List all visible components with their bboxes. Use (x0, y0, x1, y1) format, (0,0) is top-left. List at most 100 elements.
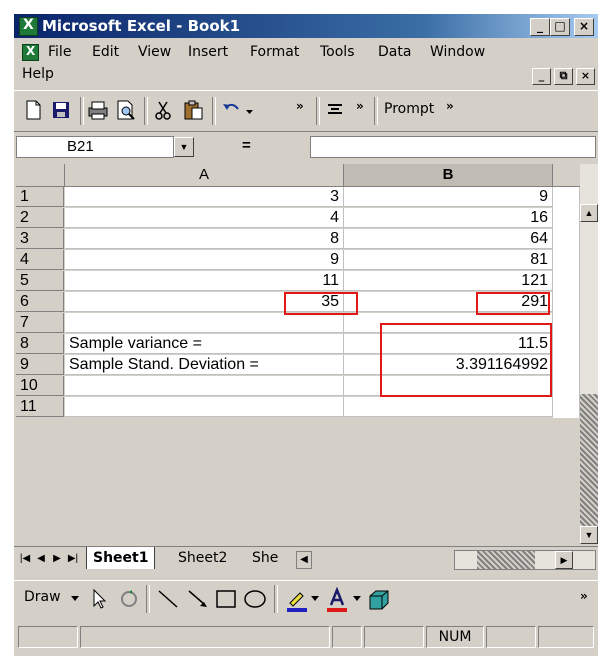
row-header[interactable]: 2 (16, 208, 64, 228)
minimize-button[interactable]: _ (530, 18, 550, 36)
tab-sheet2[interactable]: Sheet2 (172, 547, 233, 569)
select-objects-icon[interactable] (88, 587, 110, 611)
row-header[interactable]: 7 (16, 313, 64, 333)
menu-insert[interactable]: Insert (188, 44, 228, 60)
toolbar-separator (316, 97, 320, 125)
align-center-icon[interactable] (324, 99, 350, 123)
row-header[interactable]: 3 (16, 229, 64, 249)
cell-b2[interactable]: 16 (344, 208, 553, 228)
row-header[interactable]: 9 (16, 355, 64, 375)
tab-sheet1[interactable]: Sheet1 (86, 547, 156, 569)
cell-b4[interactable]: 81 (344, 250, 553, 270)
cell-a11[interactable] (65, 397, 344, 417)
line-tool-icon[interactable] (156, 587, 180, 611)
fill-color-dropdown-icon[interactable] (310, 593, 320, 603)
horizontal-scrollbar[interactable]: ▶ (454, 550, 596, 570)
formula-input[interactable] (310, 136, 596, 158)
drawing-toolbar-more-chevron[interactable]: » (580, 589, 588, 603)
cut-icon[interactable] (152, 99, 178, 123)
scroll-right-icon[interactable]: ▶ (555, 551, 573, 569)
column-c-cells[interactable] (553, 187, 580, 418)
toolbar-more-chevron[interactable]: » (446, 99, 454, 113)
rectangle-tool-icon[interactable] (214, 587, 238, 611)
cell-a3[interactable]: 8 (65, 229, 344, 249)
cell-b11[interactable] (344, 397, 553, 417)
formula-equals-sign[interactable]: = (242, 137, 251, 154)
horizontal-scroll-track[interactable] (477, 551, 535, 569)
3d-style-icon[interactable] (366, 587, 392, 613)
menu-format[interactable]: Format (250, 44, 299, 60)
draw-dropdown-icon[interactable] (70, 593, 80, 603)
menu-window[interactable]: Window (430, 44, 485, 60)
scroll-track[interactable] (580, 394, 598, 534)
menu-view[interactable]: View (138, 44, 171, 60)
draw-menu-button[interactable]: Draw (24, 589, 61, 605)
free-rotate-icon[interactable] (118, 587, 140, 611)
menu-data[interactable]: Data (378, 44, 411, 60)
next-sheet-icon[interactable]: ▶ (50, 551, 64, 567)
save-icon[interactable] (50, 99, 76, 123)
row-header[interactable]: 5 (16, 271, 64, 291)
toolbar-more-chevron[interactable]: » (296, 99, 304, 113)
print-preview-icon[interactable] (114, 99, 140, 123)
column-header-a[interactable]: A (65, 164, 344, 187)
cell-a1[interactable]: 3 (65, 187, 344, 207)
print-icon[interactable] (86, 99, 112, 123)
font-color-dropdown-icon[interactable] (352, 593, 362, 603)
tab-scroll-left-icon[interactable]: ◀ (296, 551, 312, 569)
status-panel (80, 626, 330, 648)
row-header[interactable]: 11 (16, 397, 64, 417)
fill-color-icon[interactable] (284, 587, 310, 613)
prompt-button[interactable]: Prompt (384, 101, 434, 117)
row-header[interactable]: 6 (16, 292, 64, 312)
cell-a10[interactable] (65, 376, 344, 396)
name-box-dropdown[interactable]: ▼ (174, 137, 194, 157)
maximize-button[interactable]: □ (550, 18, 570, 36)
new-file-icon[interactable] (22, 99, 48, 123)
cell-a9[interactable]: Sample Stand. Deviation = (65, 355, 344, 375)
select-all-corner[interactable] (16, 164, 65, 187)
cell-a8[interactable]: Sample variance = (65, 334, 344, 354)
font-color-icon[interactable] (324, 587, 350, 613)
oval-tool-icon[interactable] (242, 587, 268, 611)
scroll-down-icon[interactable]: ▼ (580, 526, 598, 544)
row-header[interactable]: 4 (16, 250, 64, 270)
menu-edit[interactable]: Edit (92, 44, 119, 60)
cell-b1[interactable]: 9 (344, 187, 553, 207)
first-sheet-icon[interactable]: |◀ (18, 551, 32, 567)
excel-app-icon[interactable] (19, 17, 38, 36)
cell-a5[interactable]: 11 (65, 271, 344, 291)
menu-file[interactable]: File (48, 44, 71, 60)
cell-b5[interactable]: 121 (344, 271, 553, 291)
cell-a7[interactable] (65, 313, 344, 333)
mdi-close-button[interactable]: × (576, 68, 595, 85)
workbook-icon[interactable] (22, 44, 39, 61)
scroll-up-icon[interactable]: ▲ (580, 204, 598, 222)
row-header[interactable]: 10 (16, 376, 64, 396)
toolbar-more-chevron[interactable]: » (356, 99, 364, 113)
column-header-c[interactable] (553, 164, 581, 187)
menu-help[interactable]: Help (22, 66, 54, 82)
row-header[interactable]: 8 (16, 334, 64, 354)
mdi-minimize-button[interactable]: _ (532, 68, 551, 85)
name-box[interactable]: B21 (16, 136, 174, 158)
tab-sheet3[interactable]: She (246, 547, 284, 569)
column-header-b[interactable]: B (344, 164, 553, 187)
cell-b3[interactable]: 64 (344, 229, 553, 249)
close-button[interactable]: × (574, 18, 594, 36)
undo-dropdown-icon[interactable] (244, 99, 258, 123)
prev-sheet-icon[interactable]: ◀ (34, 551, 48, 567)
paste-icon[interactable] (182, 99, 208, 123)
menu-tools[interactable]: Tools (320, 44, 355, 60)
row-header[interactable]: 1 (16, 187, 64, 207)
vertical-scrollbar[interactable]: ▲ ▼ (580, 164, 598, 544)
title-bar[interactable]: Microsoft Excel - Book1 _ □ × (14, 14, 598, 38)
mdi-restore-button[interactable]: ⧉ (554, 68, 573, 85)
undo-icon[interactable] (220, 99, 246, 123)
cell-a2[interactable]: 4 (65, 208, 344, 228)
arrow-tool-icon[interactable] (186, 587, 210, 611)
last-sheet-icon[interactable]: ▶| (66, 551, 80, 567)
menu-bar: File Edit View Insert Format Tools Data … (14, 40, 598, 86)
cell-a4[interactable]: 9 (65, 250, 344, 270)
excel-window: Microsoft Excel - Book1 _ □ × File Edit … (14, 14, 598, 656)
